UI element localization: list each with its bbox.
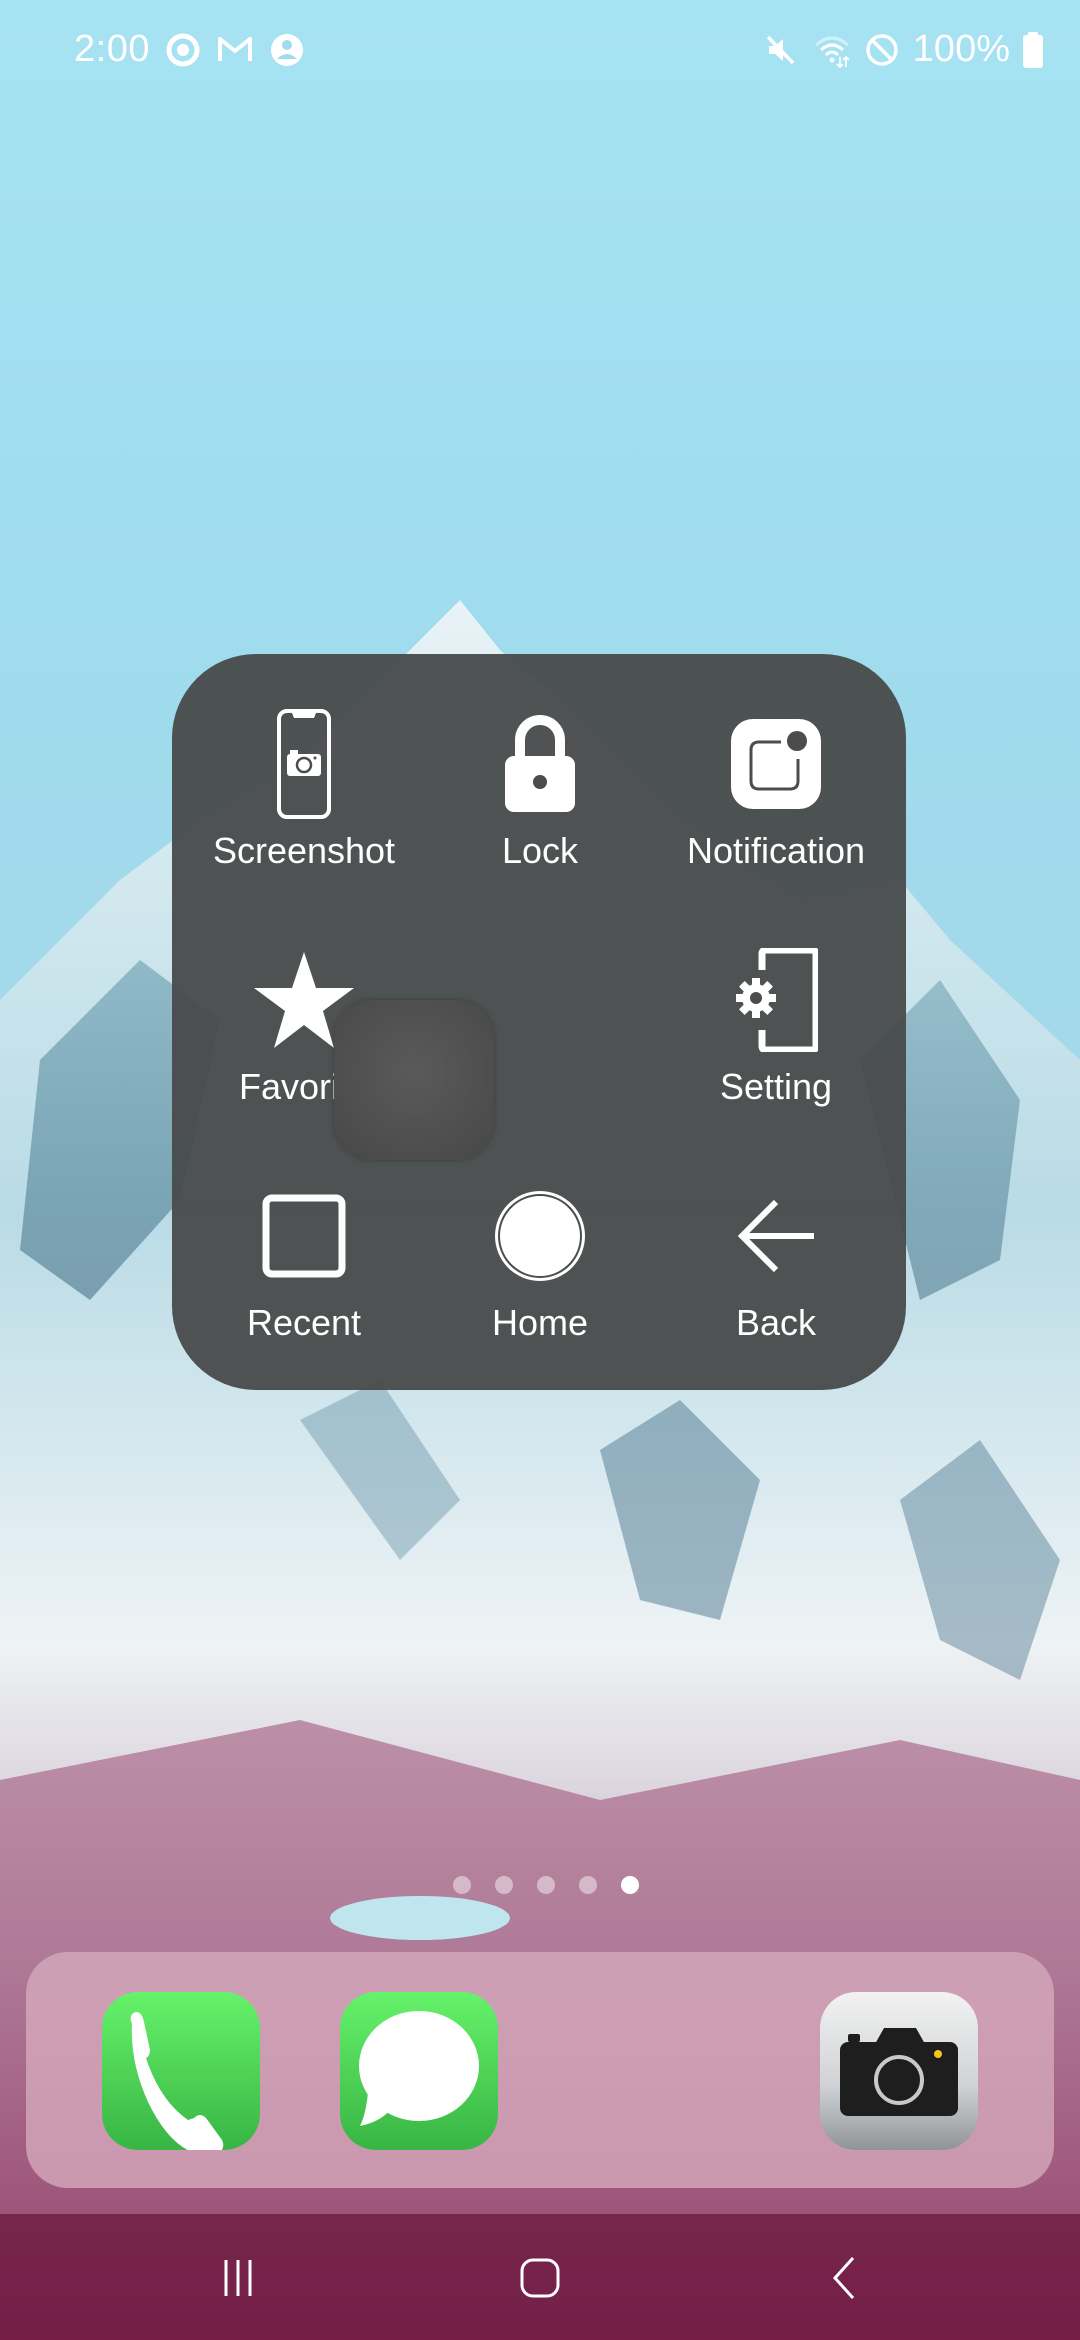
page-dot[interactable] bbox=[579, 1876, 597, 1894]
circle-icon bbox=[495, 1191, 585, 1281]
home-icon bbox=[520, 2258, 560, 2298]
battery-icon bbox=[1023, 31, 1043, 68]
page-dot[interactable] bbox=[453, 1876, 471, 1894]
menu-item-home[interactable]: Home bbox=[420, 1176, 660, 1376]
menu-label: Setting bbox=[719, 1066, 833, 1107]
menu-item-setting[interactable]: Setting bbox=[656, 940, 896, 1140]
menu-label: Recent bbox=[246, 1302, 362, 1343]
battery-percent: 100% bbox=[912, 28, 1010, 70]
status-bar: 2:00 100% bbox=[0, 0, 1080, 104]
notification-icon bbox=[731, 719, 821, 809]
lock-icon bbox=[505, 715, 575, 812]
assistive-touch-button[interactable] bbox=[334, 1000, 494, 1160]
phone-icon bbox=[130, 2012, 224, 2150]
screenshot-phone-icon bbox=[277, 709, 331, 819]
back-chevron-icon bbox=[832, 2256, 855, 2300]
assistive-touch-menu: Screenshot Lock Notification Favorite Se… bbox=[172, 654, 906, 1390]
mute-icon bbox=[766, 35, 795, 64]
menu-label: Home bbox=[491, 1302, 589, 1343]
account-icon bbox=[270, 33, 303, 66]
nav-back-button[interactable] bbox=[814, 2254, 874, 2302]
menu-label: Lock bbox=[501, 830, 579, 871]
menu-label: Notification bbox=[686, 830, 866, 871]
gmail-icon bbox=[217, 36, 252, 61]
clock: 2:00 bbox=[74, 28, 150, 70]
menu-item-lock[interactable]: Lock bbox=[420, 704, 660, 904]
recents-icon bbox=[224, 2260, 252, 2296]
app-messages[interactable] bbox=[340, 1992, 498, 2150]
arrow-left-icon bbox=[737, 1199, 814, 1273]
do-not-disturb-icon bbox=[866, 33, 898, 66]
page-indicator bbox=[0, 1876, 1080, 1894]
camera-icon bbox=[840, 2028, 958, 2116]
nav-recents-button[interactable] bbox=[208, 2254, 268, 2302]
menu-item-screenshot[interactable]: Screenshot bbox=[184, 704, 424, 904]
wifi-icon bbox=[814, 36, 850, 68]
page-dot-active[interactable] bbox=[621, 1876, 639, 1894]
square-icon bbox=[262, 1194, 346, 1278]
page-dot[interactable] bbox=[537, 1876, 555, 1894]
menu-item-back[interactable]: Back bbox=[656, 1176, 896, 1376]
app-phone[interactable] bbox=[102, 1992, 260, 2150]
dock bbox=[26, 1952, 1054, 2188]
screen-record-icon bbox=[166, 33, 200, 66]
message-icon bbox=[359, 2011, 479, 2126]
app-camera[interactable] bbox=[820, 1992, 978, 2150]
menu-label: Screenshot bbox=[212, 830, 396, 871]
nav-home-button[interactable] bbox=[510, 2254, 570, 2302]
phone-settings-icon bbox=[736, 948, 818, 1052]
menu-item-recent[interactable]: Recent bbox=[184, 1176, 424, 1376]
page-dot[interactable] bbox=[495, 1876, 513, 1894]
navigation-bar bbox=[0, 2214, 1080, 2340]
menu-label: Back bbox=[735, 1302, 817, 1343]
menu-item-notification[interactable]: Notification bbox=[656, 704, 896, 904]
